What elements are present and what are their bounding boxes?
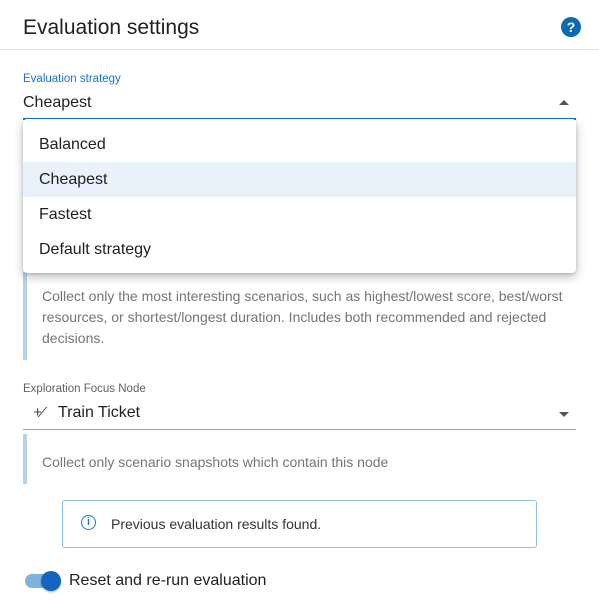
focus-node-select[interactable]: +⁄ Train Ticket — [23, 402, 576, 430]
focus-node-label: Exploration Focus Node — [23, 383, 146, 395]
reset-toggle[interactable] — [23, 571, 61, 591]
help-icon[interactable]: ? — [561, 17, 581, 37]
option-default-strategy[interactable]: Default strategy — [23, 232, 576, 267]
strategy-description: Collect only the most interesting scenar… — [23, 272, 576, 360]
info-icon: i — [81, 515, 96, 530]
strategy-value: Cheapest — [23, 94, 92, 111]
strategy-dropdown-menu: Balanced Cheapest Fastest Default strate… — [23, 119, 576, 273]
page-title: Evaluation settings — [23, 16, 200, 39]
toggle-thumb[interactable] — [41, 571, 61, 591]
option-fastest[interactable]: Fastest — [23, 197, 576, 232]
info-alert-text: Previous evaluation results found. — [111, 516, 322, 532]
arrow-down-icon[interactable] — [559, 412, 569, 417]
info-alert: i Previous evaluation results found. — [62, 500, 537, 548]
node-icon: +⁄ — [33, 404, 45, 421]
reset-toggle-label: Reset and re-run evaluation — [69, 572, 267, 589]
strategy-select[interactable]: Cheapest — [23, 92, 576, 120]
option-balanced[interactable]: Balanced — [23, 127, 576, 162]
focus-node-description: Collect only scenario snapshots which co… — [23, 434, 576, 484]
option-cheapest[interactable]: Cheapest — [23, 162, 576, 197]
strategy-label: Evaluation strategy — [23, 73, 121, 85]
dialog-header: Evaluation settings ? — [0, 0, 599, 50]
arrow-up-icon[interactable] — [559, 100, 569, 105]
focus-node-value: Train Ticket — [58, 404, 141, 421]
